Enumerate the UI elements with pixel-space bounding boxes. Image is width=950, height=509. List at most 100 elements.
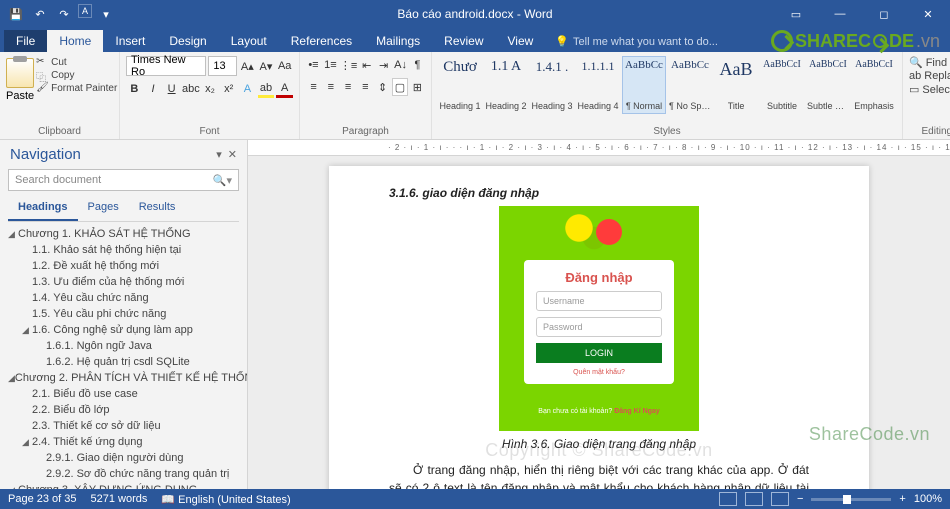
ribbon-options-icon[interactable]: ▭ <box>774 0 818 28</box>
superscript-button[interactable]: x² <box>220 80 237 98</box>
minimize-icon[interactable]: — <box>818 0 862 28</box>
tab-references[interactable]: References <box>279 30 364 52</box>
tree-item[interactable]: 2.9.1. Giao diện người dùng <box>0 450 247 466</box>
redo-icon[interactable]: ↷ <box>54 4 74 24</box>
multilevel-icon[interactable]: ⋮≡ <box>340 56 357 74</box>
strike-button[interactable]: abc <box>182 80 200 98</box>
underline-button[interactable]: U <box>163 80 180 98</box>
search-input[interactable]: Search document 🔍▾ <box>8 169 239 191</box>
style-item[interactable]: AaBbCc¶ Normal <box>622 56 666 114</box>
borders-icon[interactable]: ⊞ <box>410 78 425 96</box>
read-mode-icon[interactable] <box>719 492 737 506</box>
tab-insert[interactable]: Insert <box>103 30 157 52</box>
highlight-icon[interactable]: ab <box>258 80 275 98</box>
style-item[interactable]: AaBbCcISubtle Em... <box>806 56 850 114</box>
nav-tab-headings[interactable]: Headings <box>8 195 78 221</box>
zoom-in-icon[interactable]: + <box>899 493 905 505</box>
copy-button[interactable]: ⿻Copy <box>36 69 117 81</box>
subscript-button[interactable]: x₂ <box>202 80 219 98</box>
ruler[interactable]: · 2 · ı · 1 · ı · · · ı · 1 · ı · 2 · ı … <box>248 140 950 156</box>
numbering-icon[interactable]: 1≡ <box>323 56 338 74</box>
tree-item[interactable]: 2.1. Biểu đồ use case <box>0 386 247 402</box>
undo-icon[interactable]: ↶ <box>30 4 50 24</box>
tab-mailings[interactable]: Mailings <box>364 30 432 52</box>
tab-file[interactable]: File <box>4 30 47 52</box>
font-size-combo[interactable]: 13 <box>208 56 237 76</box>
style-item[interactable]: AaBbCcISubtitle <box>760 56 804 114</box>
style-item[interactable]: AaBTitle <box>714 56 758 114</box>
nav-tab-results[interactable]: Results <box>129 195 186 221</box>
change-case-icon[interactable]: Aa <box>276 57 293 75</box>
web-layout-icon[interactable] <box>771 492 789 506</box>
tree-item[interactable]: ◢Chương 1. KHẢO SÁT HỆ THỐNG <box>0 226 247 242</box>
nav-close-icon[interactable]: ✕ <box>228 148 237 161</box>
tree-item[interactable]: 2.2. Biểu đồ lớp <box>0 402 247 418</box>
tree-item[interactable]: ◢Chương 2. PHÂN TÍCH VÀ THIẾT KẾ HỆ THỐN… <box>0 370 247 386</box>
tree-item[interactable]: 1.1. Khảo sát hệ thống hiện tại <box>0 242 247 258</box>
close-icon[interactable]: ✕ <box>906 0 950 28</box>
zoom-slider[interactable] <box>811 498 891 501</box>
page[interactable]: 3.1.6. giao diện đăng nhập Đăng nhập Use… <box>329 166 869 489</box>
style-item[interactable]: 1.4.1 .Heading 3 <box>530 56 574 114</box>
tab-home[interactable]: Home <box>47 30 103 52</box>
align-right-icon[interactable]: ≡ <box>340 78 355 96</box>
shrink-font-icon[interactable]: A▾ <box>258 57 275 75</box>
save-icon[interactable]: 💾 <box>6 4 26 24</box>
paste-button[interactable]: Paste <box>6 54 34 102</box>
tree-item[interactable]: ◢2.4. Thiết kế ứng dụng <box>0 434 247 450</box>
decrease-indent-icon[interactable]: ⇤ <box>359 56 374 74</box>
tree-item[interactable]: 1.6.2. Hệ quản trị csdl SQLite <box>0 354 247 370</box>
shading-icon[interactable]: ▢ <box>392 78 408 96</box>
tree-item[interactable]: 1.3. Ưu điểm của hệ thống mới <box>0 274 247 290</box>
tree-item[interactable]: 1.4. Yêu cầu chức năng <box>0 290 247 306</box>
italic-button[interactable]: I <box>145 80 162 98</box>
justify-icon[interactable]: ≡ <box>358 78 373 96</box>
find-button[interactable]: 🔍Find <box>909 56 950 69</box>
style-item[interactable]: ChươHeading 1 <box>438 56 482 114</box>
tree-item[interactable]: 1.5. Yêu cầu phi chức năng <box>0 306 247 322</box>
style-item[interactable]: AaBbCcIEmphasis <box>852 56 896 114</box>
status-words[interactable]: 5271 words <box>91 493 148 506</box>
style-item[interactable]: AaBbCc¶ No Spac... <box>668 56 712 114</box>
status-lang[interactable]: 📖 English (United States) <box>161 493 290 506</box>
text-effects-icon[interactable]: A <box>239 80 256 98</box>
select-button[interactable]: ▭Select <box>909 83 950 96</box>
bold-button[interactable]: B <box>126 80 143 98</box>
bullets-icon[interactable]: •≡ <box>306 56 321 74</box>
maximize-icon[interactable]: ◻ <box>862 0 906 28</box>
style-item[interactable]: 1.1 AHeading 2 <box>484 56 528 114</box>
tab-design[interactable]: Design <box>157 30 218 52</box>
cut-button[interactable]: ✂Cut <box>36 56 117 68</box>
tree-item[interactable]: ◢Chương 3. XÂY DỰNG ỨNG DỤNG <box>0 482 247 489</box>
align-center-icon[interactable]: ≡ <box>323 78 338 96</box>
qat-customize-icon[interactable]: A <box>78 4 92 18</box>
sort-icon[interactable]: A↓ <box>393 56 408 74</box>
show-marks-icon[interactable]: ¶ <box>410 56 425 74</box>
tab-review[interactable]: Review <box>432 30 495 52</box>
grow-font-icon[interactable]: A▴ <box>239 57 256 75</box>
tree-item[interactable]: 1.2. Đề xuất hệ thống mới <box>0 258 247 274</box>
tree-item[interactable]: 1.6.1. Ngôn ngữ Java <box>0 338 247 354</box>
style-item[interactable]: 1.1.1.1Heading 4 <box>576 56 620 114</box>
format-painter-button[interactable]: 🖌Format Painter <box>36 82 117 94</box>
tab-view[interactable]: View <box>496 30 546 52</box>
status-page[interactable]: Page 23 of 35 <box>8 493 77 506</box>
tree-item[interactable]: 2.3. Thiết kế cơ sở dữ liệu <box>0 418 247 434</box>
zoom-out-icon[interactable]: − <box>797 493 803 505</box>
nav-dropdown-icon[interactable]: ▾ <box>216 148 222 161</box>
font-name-combo[interactable]: Times New Ro <box>126 56 206 76</box>
font-color-icon[interactable]: A <box>276 80 293 98</box>
styles-gallery[interactable]: ChươHeading 11.1 AHeading 21.4.1 .Headin… <box>438 54 896 124</box>
print-layout-icon[interactable] <box>745 492 763 506</box>
align-left-icon[interactable]: ≡ <box>306 78 321 96</box>
line-spacing-icon[interactable]: ⇕ <box>375 78 390 96</box>
tree-item[interactable]: ◢1.6. Công nghệ sử dụng làm app <box>0 322 247 338</box>
tell-me-search[interactable]: 💡Tell me what you want to do... <box>555 35 718 52</box>
nav-tab-pages[interactable]: Pages <box>78 195 129 221</box>
zoom-level[interactable]: 100% <box>914 493 942 505</box>
tab-layout[interactable]: Layout <box>219 30 279 52</box>
replace-button[interactable]: abReplace <box>909 70 950 82</box>
qat-dropdown-icon[interactable]: ▾ <box>96 4 116 24</box>
increase-indent-icon[interactable]: ⇥ <box>376 56 391 74</box>
tree-item[interactable]: 2.9.2. Sơ đồ chức năng trang quản trị <box>0 466 247 482</box>
